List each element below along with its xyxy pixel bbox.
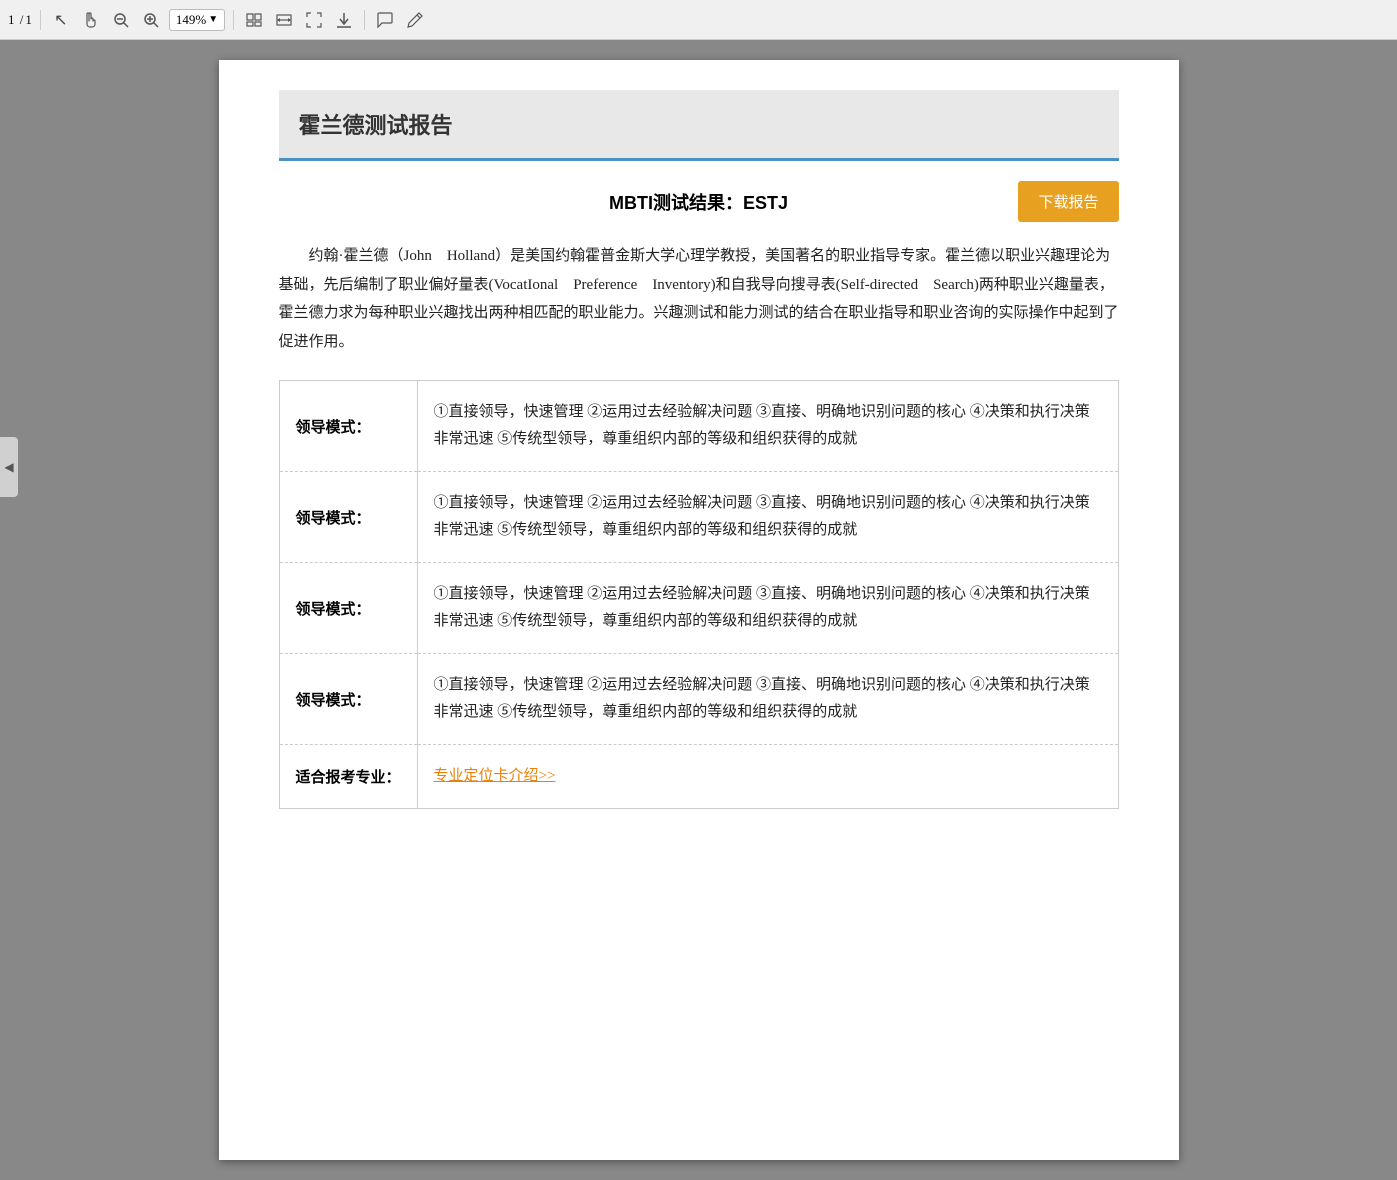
report-content: MBTI测试结果：ESTJ 下载报告 约翰·霍兰德（John Holland）是…	[279, 161, 1119, 829]
zoom-dropdown-icon: ▼	[208, 14, 218, 25]
hand-tool-icon[interactable]	[79, 8, 103, 32]
table-cell-content: ①直接领导，快速管理 ②运用过去经验解决问题 ③直接、明确地识别问题的核心 ④决…	[417, 381, 1118, 472]
table-row: 领导模式：①直接领导，快速管理 ②运用过去经验解决问题 ③直接、明确地识别问题的…	[279, 654, 1118, 745]
table-cell-label: 适合报考专业：	[279, 745, 417, 809]
table-row: 领导模式：①直接领导，快速管理 ②运用过去经验解决问题 ③直接、明确地识别问题的…	[279, 563, 1118, 654]
table-cell-content: ①直接领导，快速管理 ②运用过去经验解决问题 ③直接、明确地识别问题的核心 ④决…	[417, 472, 1118, 563]
table-cell-label: 领导模式：	[279, 563, 417, 654]
comment-icon[interactable]	[373, 8, 397, 32]
divider-3	[364, 10, 365, 30]
zoom-in-icon[interactable]	[139, 8, 163, 32]
info-table: 领导模式：①直接领导，快速管理 ②运用过去经验解决问题 ③直接、明确地识别问题的…	[279, 380, 1119, 809]
fullscreen-icon[interactable]	[302, 8, 326, 32]
description-paragraph: 约翰·霍兰德（John Holland）是美国约翰霍普金斯大学心理学教授，美国著…	[279, 242, 1119, 356]
zoom-out-icon[interactable]	[109, 8, 133, 32]
page-separator: /	[17, 12, 24, 28]
table-cell-content: 专业定位卡介绍>>	[417, 745, 1118, 809]
page-current: 1	[8, 12, 15, 28]
fit-width-icon[interactable]	[272, 8, 296, 32]
mbti-value: ESTJ	[743, 193, 788, 213]
table-cell-content: ①直接领导，快速管理 ②运用过去经验解决问题 ③直接、明确地识别问题的核心 ④决…	[417, 563, 1118, 654]
mbti-result-text: MBTI测试结果：ESTJ	[559, 189, 839, 215]
report-header: 霍兰德测试报告	[279, 90, 1119, 161]
pen-icon[interactable]	[403, 8, 427, 32]
page-info: 1 / 1	[8, 12, 32, 28]
divider-2	[233, 10, 234, 30]
table-cell-content: ①直接领导，快速管理 ②运用过去经验解决问题 ③直接、明确地识别问题的核心 ④决…	[417, 654, 1118, 745]
divider-1	[40, 10, 41, 30]
download-report-button[interactable]: 下载报告	[1018, 181, 1118, 222]
mbti-label: MBTI测试结果：	[609, 193, 743, 213]
mbti-result-row: MBTI测试结果：ESTJ 下载报告	[279, 181, 1119, 222]
table-row: 领导模式：①直接领导，快速管理 ②运用过去经验解决问题 ③直接、明确地识别问题的…	[279, 472, 1118, 563]
major-link[interactable]: 专业定位卡介绍>>	[434, 768, 556, 784]
table-cell-label: 领导模式：	[279, 472, 417, 563]
fit-page-icon[interactable]	[242, 8, 266, 32]
zoom-selector[interactable]: 149% ▼	[169, 9, 225, 31]
table-cell-label: 领导模式：	[279, 381, 417, 472]
download-icon[interactable]	[332, 8, 356, 32]
sidebar-toggle-icon: ◀	[4, 460, 13, 475]
cursor-tool-icon[interactable]: ↖	[49, 8, 73, 32]
document-page: 霍兰德测试报告 MBTI测试结果：ESTJ 下载报告 约翰·霍兰德（John H…	[219, 60, 1179, 1160]
table-cell-label: 领导模式：	[279, 654, 417, 745]
main-area: 霍兰德测试报告 MBTI测试结果：ESTJ 下载报告 约翰·霍兰德（John H…	[0, 40, 1397, 1180]
toolbar: 1 / 1 ↖ 149% ▼	[0, 0, 1397, 40]
zoom-value: 149%	[176, 12, 206, 28]
table-row: 适合报考专业： 专业定位卡介绍>>	[279, 745, 1118, 809]
report-title: 霍兰德测试报告	[299, 113, 453, 138]
sidebar-toggle[interactable]: ◀	[0, 437, 18, 497]
table-row: 领导模式：①直接领导，快速管理 ②运用过去经验解决问题 ③直接、明确地识别问题的…	[279, 381, 1118, 472]
page-total: 1	[25, 12, 32, 28]
